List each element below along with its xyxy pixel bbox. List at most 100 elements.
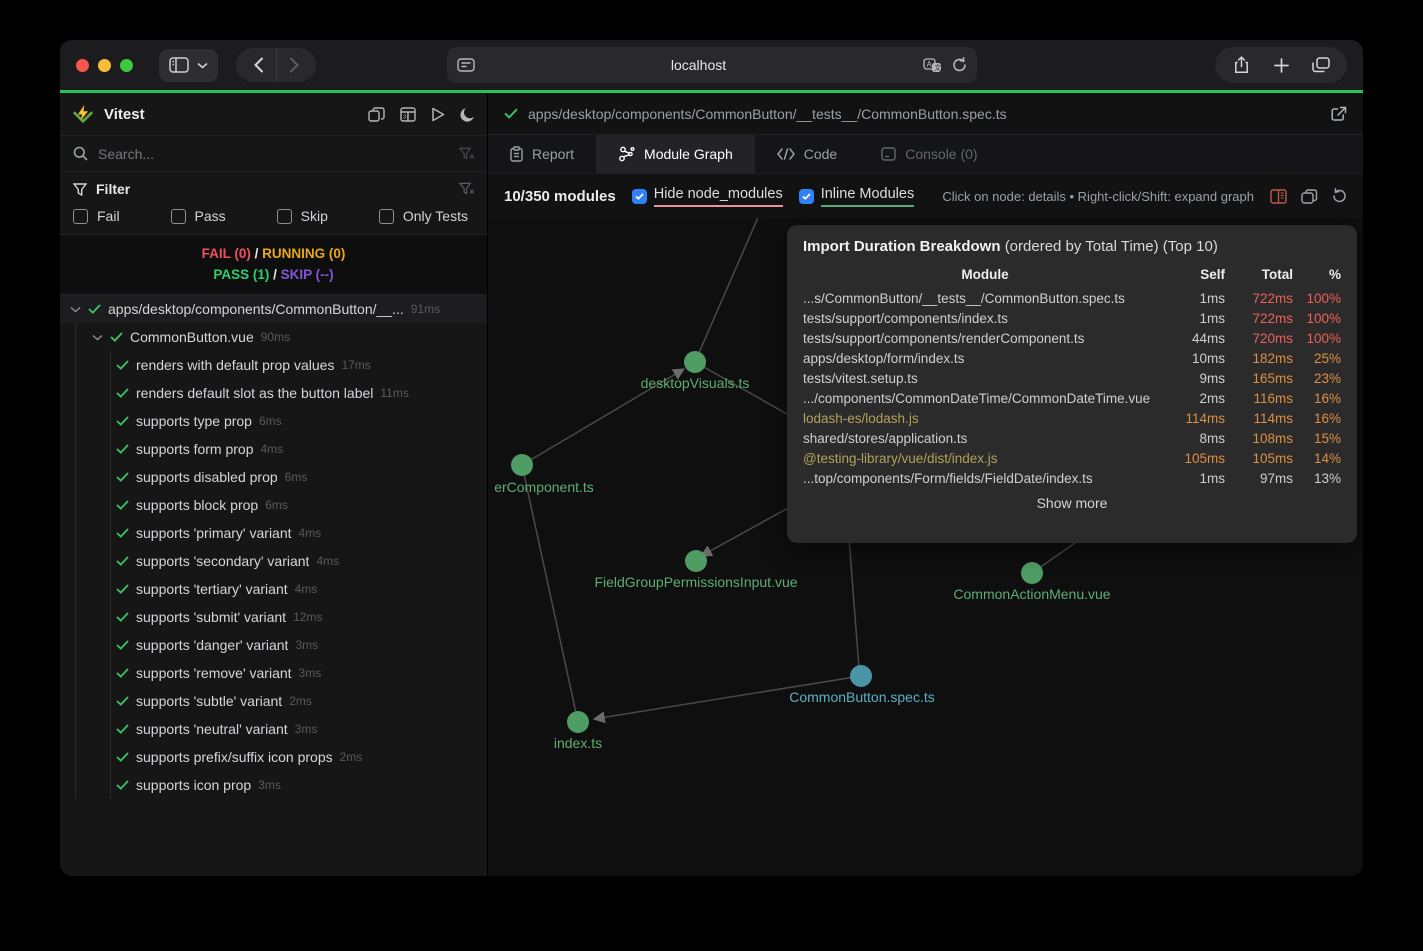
app-title: Vitest — [104, 106, 145, 123]
node-label: FieldGroupPermissionsInput.vue — [594, 574, 797, 590]
test-case-row[interactable]: supports 'neutral' variant3ms — [60, 715, 487, 743]
book-icon[interactable] — [1270, 189, 1287, 204]
inline-modules-toggle[interactable]: Inline Modules — [799, 186, 915, 207]
test-case-row[interactable]: supports icon prop3ms — [60, 771, 487, 799]
node-index[interactable] — [567, 711, 589, 733]
checked-checkbox-icon[interactable] — [632, 189, 647, 204]
node-label: desktopVisuals.ts — [641, 375, 750, 391]
filter-icon — [73, 183, 87, 196]
table-row[interactable]: ...top/components/Form/fields/FieldDate/… — [803, 468, 1341, 488]
test-case-row[interactable]: supports prefix/suffix icon props2ms — [60, 743, 487, 771]
fail-checkbox[interactable] — [73, 209, 88, 224]
dashboard-icon[interactable]: 3↓ — [400, 107, 416, 122]
rotate-icon[interactable] — [1332, 188, 1347, 204]
url-text[interactable]: localhost — [475, 57, 923, 73]
test-case-row[interactable]: supports type prop6ms — [60, 407, 487, 435]
chevron-down-icon[interactable] — [70, 306, 81, 313]
search-box[interactable]: Search... — [60, 135, 487, 172]
filter-option-fail[interactable]: Fail — [73, 208, 120, 224]
filter-option-pass[interactable]: Pass — [171, 208, 226, 224]
back-button[interactable] — [242, 48, 276, 82]
share-icon[interactable] — [1223, 47, 1259, 83]
show-more-button[interactable]: Show more — [803, 495, 1341, 511]
node-desktopVisuals[interactable] — [684, 351, 706, 373]
test-suite-row[interactable]: CommonButton.vue 90ms — [60, 323, 487, 351]
node-label: erComponent.ts — [494, 479, 594, 495]
view-tabs: Report Module Graph Code Console (0) — [488, 135, 1363, 174]
checked-checkbox-icon[interactable] — [799, 189, 814, 204]
collapse-all-icon[interactable] — [368, 107, 385, 122]
graph-hint-text: Click on node: details • Right-click/Shi… — [942, 189, 1254, 204]
tab-code[interactable]: Code — [755, 135, 859, 173]
tab-console[interactable]: Console (0) — [859, 135, 999, 173]
reload-icon[interactable] — [952, 57, 967, 73]
pass-check-icon — [116, 640, 129, 650]
search-input[interactable]: Search... — [98, 146, 449, 162]
address-bar[interactable]: localhost A文 — [447, 47, 977, 83]
test-case-row[interactable]: renders with default prop values17ms — [60, 351, 487, 379]
pass-check-icon — [116, 612, 129, 622]
close-button[interactable] — [76, 59, 89, 72]
test-case-row[interactable]: supports form prop4ms — [60, 435, 487, 463]
reader-icon[interactable] — [457, 58, 475, 72]
table-row[interactable]: ...s/CommonButton/__tests__/CommonButton… — [803, 288, 1341, 308]
test-file-row[interactable]: apps/desktop/components/CommonButton/__.… — [60, 295, 487, 323]
filter-option-only-tests[interactable]: Only Tests — [379, 208, 468, 224]
tab-module-graph[interactable]: Module Graph — [596, 135, 755, 173]
test-case-row[interactable]: supports 'tertiary' variant4ms — [60, 575, 487, 603]
test-case-row[interactable]: supports 'secondary' variant4ms — [60, 547, 487, 575]
tabs-overview-icon[interactable] — [1303, 47, 1339, 83]
table-row[interactable]: tests/vitest.setup.ts9ms165ms23% — [803, 368, 1341, 388]
test-case-row[interactable]: renders default slot as the button label… — [60, 379, 487, 407]
vitest-sidebar: Vitest 3↓ — [60, 93, 488, 876]
pass-check-icon — [88, 304, 101, 314]
table-row[interactable]: @testing-library/vue/dist/index.js105ms1… — [803, 448, 1341, 468]
node-CommonActionMenu[interactable] — [1021, 562, 1043, 584]
maximize-button[interactable] — [120, 59, 133, 72]
node-CommonButton-spec[interactable] — [850, 665, 872, 687]
test-case-row[interactable]: supports block prop6ms — [60, 491, 487, 519]
hide-node-modules-toggle[interactable]: Hide node_modules — [632, 186, 783, 207]
forward-button[interactable] — [276, 48, 310, 82]
chevron-down-icon[interactable] — [92, 334, 103, 341]
translate-icon[interactable]: A文 — [923, 58, 942, 73]
skip-checkbox[interactable] — [277, 209, 292, 224]
skip-count: SKIP (--) — [281, 267, 334, 282]
minimize-button[interactable] — [98, 59, 111, 72]
node-FieldGroupPermissionsInput[interactable] — [685, 550, 707, 572]
tab-report[interactable]: Report — [488, 135, 596, 173]
sidebar-toggle-button[interactable] — [159, 49, 218, 82]
node-renderComponent[interactable] — [511, 454, 533, 476]
table-row[interactable]: shared/stores/application.ts8ms108ms15% — [803, 428, 1341, 448]
table-row[interactable]: tests/support/components/index.ts1ms722m… — [803, 308, 1341, 328]
test-case-row[interactable]: supports 'remove' variant3ms — [60, 659, 487, 687]
open-in-editor-icon[interactable] — [1331, 106, 1347, 122]
test-case-row[interactable]: supports 'primary' variant4ms — [60, 519, 487, 547]
graph-controls: 10/350 modules Hide node_modules Inline … — [488, 174, 1363, 218]
pass-check-icon — [116, 584, 129, 594]
filter-option-skip[interactable]: Skip — [277, 208, 328, 224]
new-tab-icon[interactable] — [1263, 47, 1299, 83]
reset-layout-icon[interactable] — [1301, 189, 1318, 204]
table-row[interactable]: lodash-es/lodash.js114ms114ms16% — [803, 408, 1341, 428]
module-graph-canvas[interactable]: desktopVisuals.ts erComponent.ts FieldGr… — [488, 218, 1363, 876]
test-case-row[interactable]: supports 'subtle' variant2ms — [60, 687, 487, 715]
column-header-module: Module — [803, 264, 1167, 288]
chevron-down-icon — [197, 62, 208, 69]
run-all-icon[interactable] — [431, 107, 445, 122]
table-row[interactable]: apps/desktop/form/index.ts10ms182ms25% — [803, 348, 1341, 368]
filter-clear-icon[interactable] — [459, 182, 474, 196]
test-case-row[interactable]: supports 'submit' variant12ms — [60, 603, 487, 631]
pass-check-icon — [116, 360, 129, 370]
pass-check-icon — [116, 668, 129, 678]
table-row[interactable]: .../components/CommonDateTime/CommonDate… — [803, 388, 1341, 408]
dark-mode-icon[interactable] — [460, 107, 475, 122]
only-tests-checkbox[interactable] — [379, 209, 394, 224]
test-summary: FAIL (0) / RUNNING (0) PASS (1) / SKIP (… — [60, 234, 487, 295]
test-case-row[interactable]: supports 'danger' variant3ms — [60, 631, 487, 659]
clear-filter-icon[interactable] — [459, 147, 474, 161]
traffic-lights — [76, 59, 133, 72]
test-case-row[interactable]: supports disabled prop6ms — [60, 463, 487, 491]
pass-checkbox[interactable] — [171, 209, 186, 224]
table-row[interactable]: tests/support/components/renderComponent… — [803, 328, 1341, 348]
